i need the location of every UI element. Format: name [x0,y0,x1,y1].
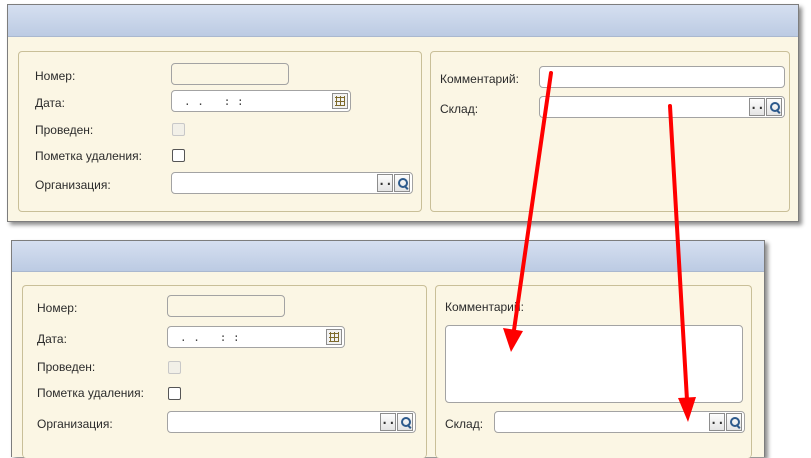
warehouse-label: Склад: [445,417,484,431]
warehouse-field[interactable]: ... [494,411,745,433]
date-value: . . : : [184,94,244,108]
date-value: . . : : [180,330,240,344]
calendar-icon[interactable] [332,93,348,109]
organization-field[interactable]: ... [171,172,413,194]
organization-field[interactable]: ... [167,411,416,433]
form-window-after: Номер: Дата: . . : : Проведен: Пометка у… [11,240,765,458]
search-icon[interactable] [766,98,782,116]
title-bar [8,5,798,37]
date-label: Дата: [37,332,67,346]
warehouse-label: Склад: [440,102,479,116]
number-field[interactable] [167,295,285,317]
posted-label: Проведен: [37,360,96,374]
warehouse-field[interactable]: ... [539,96,785,118]
select-button[interactable]: ... [377,174,400,192]
organization-label: Организация: [35,178,111,192]
deletion-mark-label: Пометка удаления: [37,386,144,400]
comment-field[interactable] [539,66,785,88]
number-label: Номер: [35,69,76,83]
search-icon[interactable] [397,413,413,431]
header-group-right: Комментарий: Склад: ... [435,285,752,458]
number-label: Номер: [37,301,78,315]
select-button[interactable]: ... [749,98,772,116]
date-field[interactable]: . . : : [167,326,345,348]
search-icon[interactable] [394,174,410,192]
comment-label: Комментарий: [440,72,519,86]
header-group-left: Номер: Дата: . . : : Проведен: Пометка у… [18,51,422,212]
header-group-right: Комментарий: Склад: ... [430,51,790,212]
posted-label: Проведен: [35,123,94,137]
posted-checkbox [172,123,185,136]
deletion-mark-label: Пометка удаления: [35,149,142,163]
date-label: Дата: [35,96,65,110]
number-field[interactable] [171,63,289,85]
deletion-mark-checkbox[interactable] [168,387,181,400]
deletion-mark-checkbox[interactable] [172,149,185,162]
posted-checkbox [168,361,181,374]
date-field[interactable]: . . : : [171,90,351,112]
title-bar [12,241,764,272]
search-icon[interactable] [726,413,742,431]
select-button[interactable]: ... [709,413,732,431]
comment-label: Комментарий: [445,300,524,314]
organization-label: Организация: [37,417,113,431]
calendar-icon[interactable] [326,329,342,345]
form-window-before: Номер: Дата: . . : : Проведен: Пометка у… [7,4,799,222]
select-button[interactable]: ... [380,413,403,431]
comment-field[interactable] [445,325,743,403]
header-group-left: Номер: Дата: . . : : Проведен: Пометка у… [22,285,427,458]
